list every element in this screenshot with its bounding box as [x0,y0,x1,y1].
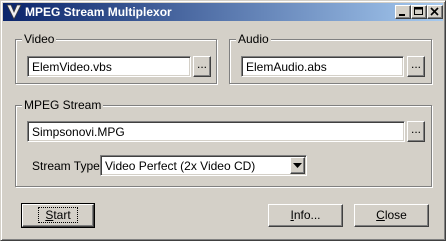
title-bar[interactable]: MPEG Stream Multiplexor [3,3,443,21]
stream-type-select[interactable]: Video Perfect (2x Video CD) [100,155,307,176]
info-button[interactable]: Info... [268,204,343,227]
video-group-label: Video [22,32,57,46]
mpeg-stream-group: MPEG Stream Simpsonovi.MPG ... Stream Ty… [15,98,432,187]
stream-type-label: Stream Type: [32,159,104,173]
video-file-input[interactable]: ElemVideo.vbs [27,56,191,77]
audio-file-input[interactable]: ElemAudio.abs [241,56,404,77]
stream-type-dropdown-button[interactable] [290,157,305,174]
video-browse-button[interactable]: ... [193,56,211,77]
minimize-button[interactable] [395,5,411,19]
chevron-down-icon [293,163,302,168]
stream-type-value: Video Perfect (2x Video CD) [105,159,256,173]
main-window: MPEG Stream Multiplexor Video ElemVideo.… [0,0,446,241]
close-button[interactable]: Close [354,204,429,227]
close-window-button[interactable] [427,5,443,19]
audio-group-label: Audio [236,32,271,46]
mpeg-stream-group-label: MPEG Stream [22,98,104,112]
maximize-button[interactable] [411,5,427,19]
mpeg-browse-button[interactable]: ... [407,121,425,142]
video-group: Video ElemVideo.vbs ... [15,32,217,84]
mpeg-output-file-input[interactable]: Simpsonovi.MPG [27,121,405,142]
close-icon [430,7,439,16]
audio-browse-button[interactable]: ... [407,56,425,77]
maximize-icon [414,7,423,15]
start-button[interactable]: Start [21,203,95,228]
audio-group: Audio ElemAudio.abs ... [229,32,432,84]
app-icon [6,4,22,20]
window-title: MPEG Stream Multiplexor [25,5,172,19]
minimize-icon [399,14,405,16]
